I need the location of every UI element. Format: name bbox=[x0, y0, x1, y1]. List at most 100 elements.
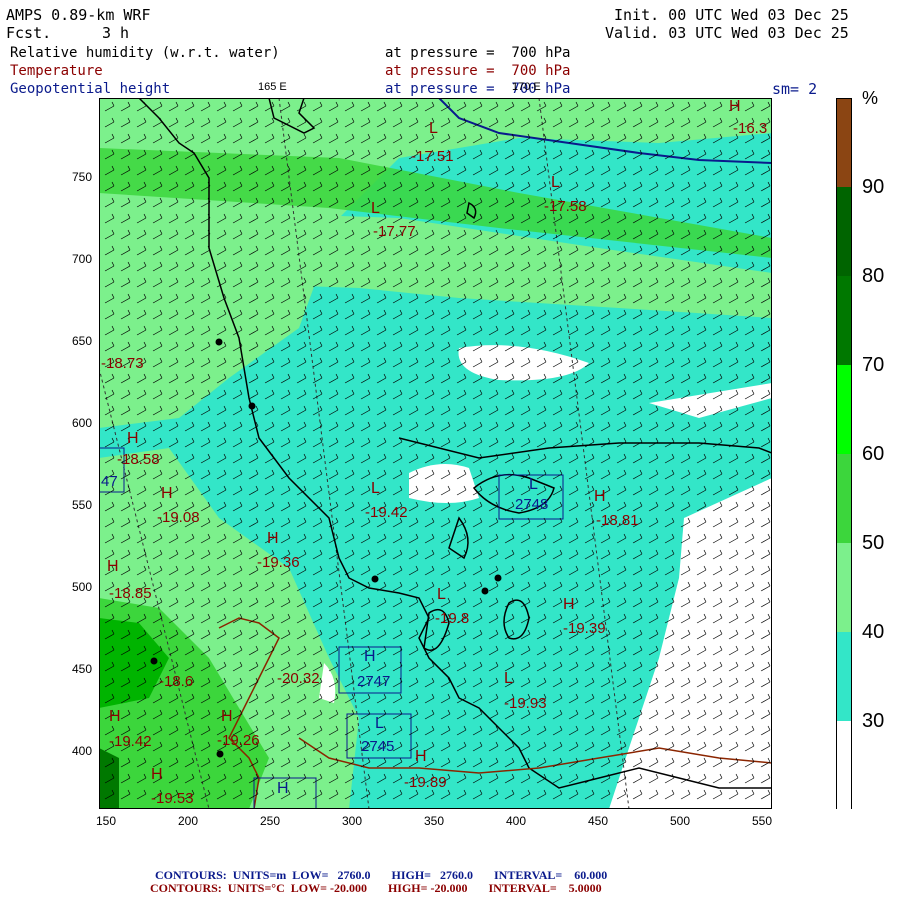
height-label-3: 2745 bbox=[361, 738, 395, 755]
x-tick-450: 450 bbox=[587, 814, 609, 828]
temp-label-16: -19.93 bbox=[504, 695, 547, 712]
height-label-2: 2747 bbox=[357, 673, 391, 690]
field-temp-level: at pressure = 700 hPa bbox=[385, 63, 571, 79]
y-tick-700: 700 bbox=[71, 252, 92, 266]
colorbar-seg-40 bbox=[837, 632, 851, 721]
lon-label-170: 170 E bbox=[512, 81, 541, 93]
low-mark-1: L bbox=[429, 120, 438, 137]
station-dot-2 bbox=[248, 402, 256, 410]
x-tick-350: 350 bbox=[423, 814, 445, 828]
field-height-label: Geopotential height bbox=[10, 81, 171, 97]
smoothing-label: sm= 2 bbox=[772, 80, 818, 98]
high-mark-13: H bbox=[277, 780, 289, 797]
footer-contours-temp: CONTOURS: UNITS=°C LOW= -20.000 HIGH= -2… bbox=[150, 881, 602, 895]
init-time: Init. 00 UTC Wed 03 Dec 25 bbox=[614, 6, 849, 24]
x-tick-550: 550 bbox=[751, 814, 773, 828]
high-mark-2: H bbox=[127, 430, 139, 447]
temp-label-20: -19.53 bbox=[151, 790, 194, 807]
colorbar-label-40: 40 bbox=[862, 621, 885, 643]
field-temp-label: Temperature bbox=[10, 63, 103, 79]
map-svg bbox=[99, 98, 772, 809]
colorbar-label-50: 50 bbox=[862, 532, 885, 554]
field-height-level: at pressure = 700 hPa bbox=[385, 81, 571, 97]
x-tick-250: 250 bbox=[259, 814, 281, 828]
high-mark-11: H bbox=[415, 748, 427, 765]
x-tick-400: 400 bbox=[505, 814, 527, 828]
y-tick-400: 400 bbox=[71, 744, 92, 758]
temp-label-2: -17.58 bbox=[544, 198, 587, 215]
station-dot-4 bbox=[481, 587, 489, 595]
temp-label-4: -16.3 bbox=[733, 120, 768, 137]
colorbar-seg-90 bbox=[837, 187, 851, 276]
high-mark-7: H bbox=[563, 596, 575, 613]
colorbar bbox=[836, 98, 852, 810]
high-mark-12: H bbox=[151, 766, 163, 783]
colorbar-label-90: 90 bbox=[862, 176, 885, 198]
temp-label-12: -19.8 bbox=[435, 610, 470, 627]
high-mark-4: H bbox=[594, 488, 606, 505]
low-mark-8: L bbox=[375, 715, 384, 732]
colorbar-label-80: 80 bbox=[862, 265, 885, 287]
temp-label-10: -19.36 bbox=[257, 554, 300, 571]
high-mark-1: H bbox=[729, 98, 741, 115]
low-mark-4: L bbox=[371, 480, 380, 497]
low-mark-3: L bbox=[371, 200, 380, 217]
map-panel: L -17.51 L -17.58 L -17.77 H -16.3 -18.7… bbox=[99, 98, 772, 809]
colorbar-label-70: 70 bbox=[862, 354, 885, 376]
high-mark-3: H bbox=[161, 485, 173, 502]
station-dot-1 bbox=[215, 338, 223, 346]
height-label-4: 47 bbox=[101, 473, 118, 490]
station-dot-5 bbox=[494, 574, 502, 582]
high-mark-9: H bbox=[109, 708, 121, 725]
height-label-1: 2748 bbox=[515, 496, 549, 513]
high-mark-6: H bbox=[107, 558, 119, 575]
low-mark-7: L bbox=[504, 670, 513, 687]
x-tick-300: 300 bbox=[341, 814, 363, 828]
temp-label-8: -19.42 bbox=[365, 504, 408, 521]
forecast-value: 3 h bbox=[102, 24, 130, 42]
temp-label-1: -17.51 bbox=[411, 148, 454, 165]
low-mark-5: L bbox=[529, 476, 538, 493]
lon-label-165: 165 E bbox=[258, 81, 287, 93]
model-title: AMPS 0.89-km WRF bbox=[6, 6, 151, 24]
high-mark-10: H bbox=[221, 708, 233, 725]
temp-label-6: -18.58 bbox=[117, 451, 160, 468]
low-mark-2: L bbox=[551, 174, 560, 191]
colorbar-label-60: 60 bbox=[862, 443, 885, 465]
temp-label-7: -19.08 bbox=[157, 509, 200, 526]
x-tick-500: 500 bbox=[669, 814, 691, 828]
colorbar-seg-100 bbox=[837, 99, 851, 187]
temp-label-5: -18.73 bbox=[101, 355, 144, 372]
field-rh-level: at pressure = 700 hPa bbox=[385, 45, 571, 61]
field-rh-label: Relative humidity (w.r.t. water) bbox=[10, 45, 280, 61]
temp-label-19: -19.89 bbox=[404, 774, 447, 791]
y-tick-550: 550 bbox=[71, 498, 92, 512]
x-tick-200: 200 bbox=[177, 814, 199, 828]
y-tick-450: 450 bbox=[71, 662, 92, 676]
temp-label-13: -19.39 bbox=[563, 620, 606, 637]
colorbar-seg-60 bbox=[837, 454, 851, 543]
colorbar-seg-80 bbox=[837, 276, 851, 365]
low-mark-6: L bbox=[437, 586, 446, 603]
station-dot-3 bbox=[371, 575, 379, 583]
temp-label-18: -19.26 bbox=[217, 732, 260, 749]
temp-label-14: -18.6 bbox=[159, 673, 194, 690]
y-tick-500: 500 bbox=[71, 580, 92, 594]
rh-70-80-sw bbox=[99, 748, 119, 809]
temp-label-11: -18.85 bbox=[109, 585, 152, 602]
station-dot-7 bbox=[216, 750, 224, 758]
colorbar-unit: % bbox=[862, 88, 879, 108]
colorbar-seg-70 bbox=[837, 365, 851, 454]
colorbar-label-30: 30 bbox=[862, 710, 885, 732]
rh-dry-patch-island bbox=[409, 464, 479, 503]
temp-label-17: -19.42 bbox=[109, 733, 152, 750]
y-tick-650: 650 bbox=[71, 334, 92, 348]
forecast-label: Fcst. bbox=[6, 24, 52, 42]
temp-label-3: -17.77 bbox=[373, 223, 416, 240]
high-mark-8: H bbox=[364, 648, 376, 665]
y-tick-750: 750 bbox=[71, 170, 92, 184]
colorbar-seg-50 bbox=[837, 543, 851, 632]
colorbar-seg-30 bbox=[837, 721, 851, 810]
temp-label-15: -20.32 bbox=[277, 670, 320, 687]
x-tick-150: 150 bbox=[95, 814, 117, 828]
